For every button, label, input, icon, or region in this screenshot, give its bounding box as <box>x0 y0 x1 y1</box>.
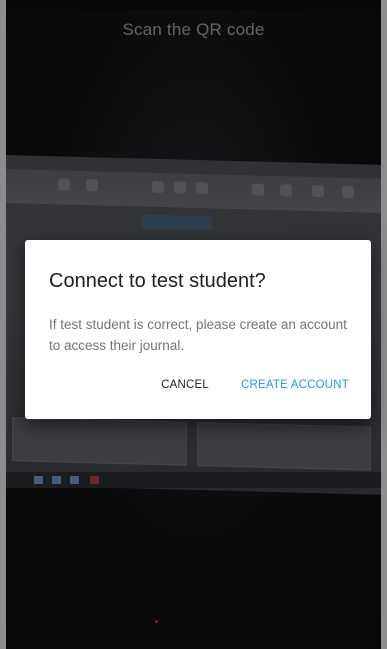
dialog-message: If test student is correct, please creat… <box>49 317 347 353</box>
cancel-button[interactable]: CANCEL <box>161 379 209 391</box>
dialog-title: Connect to test student? <box>49 270 266 292</box>
dialog-actions: CANCEL CREATE ACCOUNT <box>161 379 349 391</box>
connect-dialog: Connect to test student? If test student… <box>25 240 371 419</box>
create-account-button[interactable]: CREATE ACCOUNT <box>241 379 349 391</box>
scanner-screen: Scan the QR code Connect to test student… <box>0 0 387 649</box>
